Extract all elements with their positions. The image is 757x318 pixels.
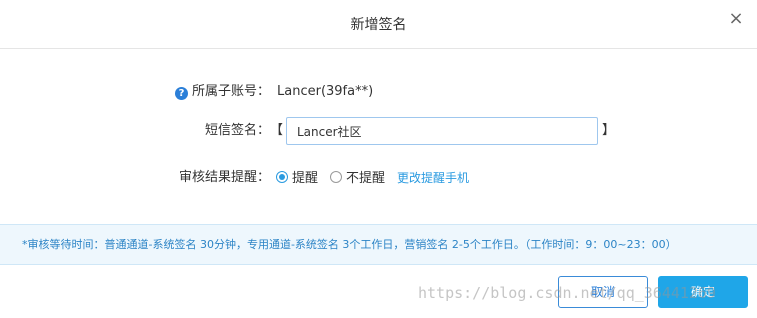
account-value: Lancer(39fa**): [277, 84, 374, 99]
signature-row: 短信签名： 【 】: [0, 116, 757, 146]
radio-unchecked-icon[interactable]: [330, 171, 343, 183]
close-icon[interactable]: ×: [725, 8, 747, 30]
dialog-footer: 取消 确定: [0, 265, 757, 318]
radio-label-no-remind: 不提醒: [346, 171, 386, 186]
review-row: 审核结果提醒： 提醒 不提醒 更改提醒手机: [0, 163, 757, 193]
review-radio-group: 提醒 不提醒 更改提醒手机: [276, 163, 469, 193]
dialog-header: 新增签名 ×: [0, 0, 757, 49]
cancel-button[interactable]: 取消: [558, 276, 648, 308]
bracket-left: 【: [270, 123, 284, 138]
confirm-button[interactable]: 确定: [658, 276, 748, 308]
help-icon[interactable]: ?: [174, 87, 188, 100]
review-time-notice: *审核等待时间：普通通道-系统签名 30分钟，专用通道-系统签名 3个工作日，营…: [0, 224, 757, 265]
review-label: 审核结果提醒：: [178, 170, 270, 185]
add-signature-dialog: 新增签名 × ?所属子账号： Lancer(39fa**) 短信签名： 【 】 …: [0, 0, 757, 318]
radio-checked-icon[interactable]: [276, 171, 288, 183]
bracket-right: 】: [602, 123, 616, 138]
account-row: ? 所属子账号： Lancer(39fa**): [0, 77, 757, 107]
dialog-title: 新增签名: [350, 17, 407, 33]
radio-option-remind[interactable]: 提醒: [276, 164, 318, 194]
change-phone-link[interactable]: 更改提醒手机: [397, 171, 469, 185]
signature-label: 短信签名：: [204, 123, 270, 138]
account-label: 所属子账号：: [191, 84, 270, 99]
signature-input[interactable]: [286, 117, 598, 145]
account-label-wrap: ? 所属子账号：: [174, 77, 270, 107]
radio-option-no-remind[interactable]: 不提醒: [330, 164, 385, 194]
radio-label-remind: 提醒: [292, 171, 319, 186]
